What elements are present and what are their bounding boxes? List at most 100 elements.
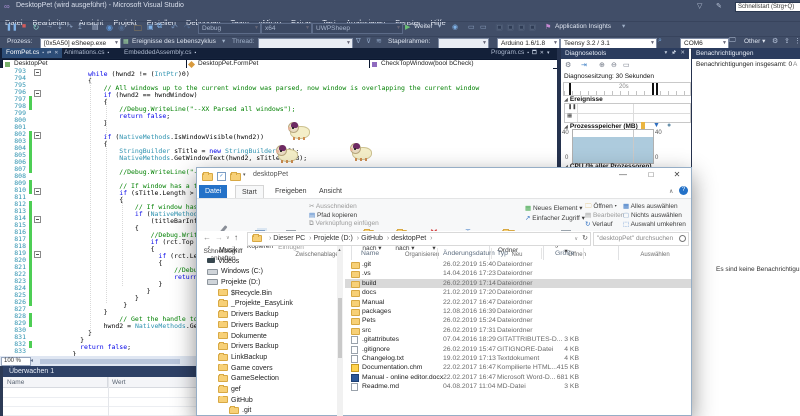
tree-item-drivers-backup[interactable]: Drivers Backup	[197, 320, 337, 332]
cut-button[interactable]: ✂ Ausschneiden	[309, 202, 357, 210]
fold-margin[interactable]	[32, 131, 41, 139]
tab-list-dropdown-icon[interactable]: ▾	[547, 50, 550, 56]
column-header-type[interactable]: Typ	[497, 250, 508, 257]
zoom-level-select[interactable]: 100 %	[1, 357, 31, 366]
fold-margin[interactable]	[32, 264, 41, 271]
fold-margin[interactable]	[32, 208, 41, 215]
ruler-marker-end[interactable]	[652, 83, 654, 95]
platform-select[interactable]: x64 ▼	[261, 23, 312, 34]
hscroll-left-arrow-icon[interactable]: ◂	[30, 357, 33, 364]
select-all-button[interactable]: ▦ Alles auswählen	[623, 202, 678, 210]
fold-margin[interactable]	[32, 306, 41, 313]
crumb-github[interactable]: GitHub	[361, 235, 383, 242]
fold-margin[interactable]	[32, 201, 41, 208]
tree-item-game-covers[interactable]: Game covers	[197, 363, 337, 375]
ribbon-tab-share[interactable]: Freigeben	[269, 185, 313, 198]
tab-formpet[interactable]: FormPet.cs ▪ ⇄ ✕	[2, 48, 63, 58]
paste-shortcut-button[interactable]: ⧉ Verknüpfung einfügen	[309, 220, 379, 228]
crumb-drive[interactable]: Projekte (D:)	[314, 235, 353, 242]
tree-item-github[interactable]: GitHub	[197, 395, 337, 407]
fold-margin[interactable]	[32, 313, 41, 320]
fold-margin[interactable]	[32, 341, 41, 348]
esheep-pet[interactable]	[350, 143, 372, 161]
file-row[interactable]: src 26.02.2019 17:31 Dateiordner	[345, 326, 691, 335]
nav-forward-icon[interactable]: →	[215, 233, 223, 242]
tree-item-drivers-backup[interactable]: Drivers Backup	[197, 310, 337, 321]
fold-margin[interactable]	[32, 299, 41, 306]
fold-margin[interactable]	[32, 271, 41, 278]
thread-select[interactable]: ▼	[258, 37, 353, 49]
ribbon-tab-file[interactable]: Datei	[199, 185, 228, 198]
fold-margin[interactable]	[32, 103, 41, 110]
tab-float-icon[interactable]: 🗖	[532, 50, 537, 56]
panel-menu-icon[interactable]: ▾	[665, 48, 668, 59]
file-row[interactable]: Documentation.chm 22.02.2017 16:47 Kompili…	[345, 363, 691, 373]
select-none-button[interactable]: ▢ Nichts auswählen	[623, 211, 682, 219]
properties-window-icon[interactable]: ▣	[529, 23, 536, 31]
suspend-threads-icon[interactable]: ≋	[376, 37, 382, 45]
ribbon-tab-home[interactable]: Start	[235, 185, 264, 199]
invert-selection-button[interactable]: ⬚ Auswahl umkehren	[623, 220, 686, 228]
diag-export-icon[interactable]: ⇥	[581, 61, 587, 69]
tab-close-icon[interactable]: ✕	[540, 50, 544, 56]
variant-select[interactable]: Teensy 3.2 / 3.1 ▼	[560, 37, 657, 49]
diag-events-section-header[interactable]: ◢ Ereignisse	[564, 96, 603, 103]
window-minimize-button[interactable]: —	[611, 170, 635, 179]
hscroll-thumb[interactable]	[40, 358, 180, 364]
tree-item--recycle-bin[interactable]: $Recycle.Bin	[197, 288, 337, 300]
fold-margin[interactable]	[32, 96, 41, 103]
file-row[interactable]: .gitattributes 07.04.2016 18:29 GITATTRIBU…	[345, 335, 691, 345]
file-row[interactable]: Pets 26.02.2019 15:24 Dateiordner	[345, 316, 691, 326]
application-insights-dropdown-icon[interactable]: ▾	[622, 21, 625, 33]
process-select[interactable]: [0x5A50] eSheep.exe ▼	[40, 37, 121, 49]
other-menu[interactable]: Other ▾	[744, 36, 765, 48]
stop-debug-icon[interactable]: ■	[20, 23, 28, 30]
startup-project-select[interactable]: UWPSheep ▼	[312, 23, 403, 34]
tab-pin-icon[interactable]: ▪	[42, 50, 44, 56]
ribbon-collapse-icon[interactable]: ∧	[669, 188, 673, 195]
qat-new-folder-icon[interactable]	[230, 172, 241, 181]
application-insights-icon[interactable]: ⚑	[545, 23, 551, 31]
diagnostics-panel-header[interactable]: Diagnosetools ✕ 🖈 ▾	[561, 48, 689, 59]
tab-embeddedassembly[interactable]: EmbeddedAssembly.cs ▪	[120, 48, 200, 58]
fold-margin[interactable]	[32, 348, 41, 355]
diag-zoom-in-icon[interactable]: ⊕	[599, 61, 605, 69]
fold-margin[interactable]	[32, 89, 41, 97]
file-row[interactable]: packages 12.08.2016 16:39 Dateiordner	[345, 307, 691, 316]
fold-margin[interactable]	[32, 320, 41, 327]
ribbon-tab-view[interactable]: Ansicht	[313, 185, 348, 198]
navigate-back-icon[interactable]: ◉	[106, 23, 113, 32]
file-row[interactable]: Readme.md 04.08.2017 11:04 MD-Datei 3 KB	[345, 382, 691, 392]
notifications-sort-label[interactable]: A	[793, 61, 797, 68]
diag-zoom-out-icon[interactable]: ⊖	[611, 61, 617, 69]
tree-item-videos[interactable]: Videos	[197, 257, 337, 268]
serial-monitor-icon[interactable]: 🖵	[729, 37, 736, 45]
fold-margin[interactable]	[32, 152, 41, 159]
edit-button[interactable]: ▤ Bearbeiten	[585, 211, 624, 219]
copy-path-button[interactable]: ▤ Pfad kopieren	[309, 211, 357, 219]
breadcrumb[interactable]: › Dieser PC › Projekte (D:) › GitHub › deskt…	[247, 232, 591, 246]
tab-animations[interactable]: Animations.cs ▪	[60, 48, 113, 58]
nav-up-icon[interactable]: ↑	[234, 233, 238, 242]
qat-customize-icon[interactable]: ▾	[243, 172, 246, 178]
scrollbar-up-icon[interactable]: ▲	[338, 247, 342, 252]
help-icon[interactable]: ?	[679, 186, 688, 195]
pause-debug-icon[interactable]: ❚❚	[6, 23, 18, 31]
fold-margin[interactable]	[32, 124, 41, 131]
breakpoints-icon[interactable]: ◉	[452, 23, 458, 31]
esheep-pet[interactable]	[288, 122, 310, 140]
lifecycle-dropdown-icon[interactable]: ▾	[222, 36, 225, 48]
fold-margin[interactable]	[32, 166, 41, 173]
fold-margin[interactable]	[32, 292, 41, 299]
fold-margin[interactable]	[32, 215, 41, 223]
immediate-window-icon[interactable]: ▭	[480, 23, 487, 31]
fold-margin[interactable]	[32, 222, 41, 229]
file-row[interactable]: docs 21.02.2019 17:20 Dateiordner	[345, 288, 691, 298]
refresh-icon[interactable]: ↻	[582, 233, 588, 245]
team-explorer-icon[interactable]: ▣	[507, 23, 514, 31]
new-item-button[interactable]: ▦ Neues Element ▾	[525, 204, 582, 212]
save-icon[interactable]: ▣	[147, 23, 154, 31]
fold-margin[interactable]	[32, 250, 41, 258]
diag-settings-icon[interactable]: ⚙	[565, 61, 571, 69]
tree-item-projekte-d-[interactable]: Projekte (D:)	[197, 278, 337, 289]
